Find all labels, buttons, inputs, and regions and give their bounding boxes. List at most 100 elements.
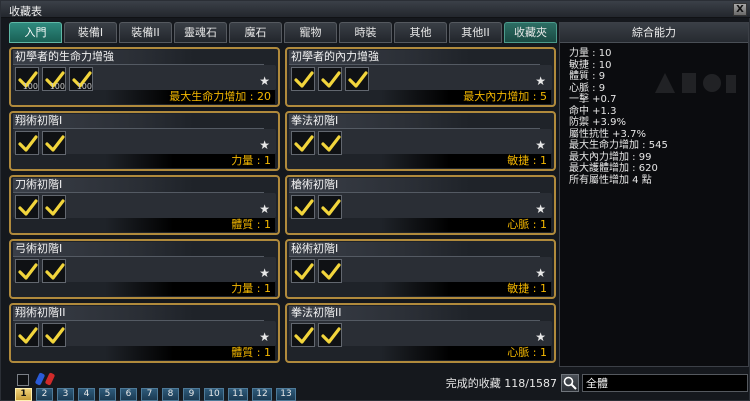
- stat-line: 防禦 +3.9%: [569, 117, 626, 128]
- item-slot[interactable]: [15, 259, 39, 283]
- item-count: 100: [22, 82, 38, 91]
- stat-line: 最大護體增加 : 620: [569, 163, 658, 174]
- stat-line: 屬性抗性 +3.7%: [569, 128, 646, 140]
- collection-card[interactable]: 刀術初階I ★ 體質 : 1: [9, 175, 280, 235]
- page-button[interactable]: 8: [162, 388, 179, 401]
- favorite-star-icon[interactable]: ★: [535, 266, 546, 280]
- page-button[interactable]: 4: [78, 388, 95, 401]
- item-slot[interactable]: [42, 259, 66, 283]
- page-button[interactable]: 6: [120, 388, 137, 401]
- favorite-star-icon[interactable]: ★: [535, 330, 546, 344]
- favorite-star-icon[interactable]: ★: [259, 266, 270, 280]
- stat-line: 心脈 : 9: [569, 82, 606, 94]
- check-icon: [321, 263, 341, 280]
- card-reward: 心脈 : 1: [381, 346, 551, 360]
- item-slot[interactable]: [345, 67, 369, 91]
- page-button[interactable]: 12: [252, 388, 272, 401]
- item-slot[interactable]: [15, 195, 39, 219]
- tab-5[interactable]: 寵物: [284, 22, 337, 43]
- close-button[interactable]: X: [733, 3, 747, 16]
- item-slot[interactable]: [318, 195, 342, 219]
- collection-card[interactable]: 翔術初階I ★ 力量 : 1: [9, 111, 280, 171]
- card-title: 刀術初階I: [13, 178, 193, 192]
- item-slot[interactable]: 100: [69, 67, 93, 91]
- divider: [289, 128, 540, 129]
- check-icon: [321, 199, 341, 216]
- item-slot[interactable]: [15, 131, 39, 155]
- card-reward: 力量 : 1: [105, 154, 275, 168]
- tab-2[interactable]: 裝備II: [119, 22, 172, 43]
- bottom-bar: 完成的收藏 118/1587 1 2 3 4 5 6 7 8 9 10 11 12 13: [7, 371, 559, 401]
- page-button[interactable]: 9: [183, 388, 200, 401]
- tab-1[interactable]: 裝備I: [64, 22, 117, 43]
- favorite-star-icon[interactable]: ★: [259, 330, 270, 344]
- collection-card[interactable]: 初學者的內力增強 ★ 最大內力增加 : 5: [285, 47, 556, 107]
- collection-card[interactable]: 初學者的生命力增強 100 100 100 ★ 最大生命力增加 : 20: [9, 47, 280, 107]
- collection-card[interactable]: 翔術初階II ★ 體質 : 1: [9, 303, 280, 363]
- item-slot[interactable]: [318, 323, 342, 347]
- collection-card[interactable]: 秘術初階I ★ 敏捷 : 1: [285, 239, 556, 299]
- card-reward: 最大生命力增加 : 20: [105, 90, 275, 104]
- window-title: 收藏表: [9, 5, 42, 18]
- stat-line: 力量 : 10: [569, 48, 612, 59]
- tab-9[interactable]: 收藏夾: [504, 22, 557, 43]
- item-slot[interactable]: [291, 195, 315, 219]
- favorite-star-icon[interactable]: ★: [535, 138, 546, 152]
- collection-grid: 初學者的生命力增強 100 100 100 ★ 最大生命力增加 : 20 初學者的內力增強 ★…: [7, 47, 559, 367]
- potion-icon[interactable]: [31, 371, 71, 387]
- check-icon: [294, 71, 314, 88]
- page-button[interactable]: 5: [99, 388, 116, 401]
- collection-card[interactable]: 弓術初階I ★ 力量 : 1: [9, 239, 280, 299]
- favorite-star-icon[interactable]: ★: [535, 202, 546, 216]
- favorite-star-icon[interactable]: ★: [259, 74, 270, 88]
- tab-8[interactable]: 其他II: [449, 22, 502, 43]
- item-slot[interactable]: [42, 131, 66, 155]
- item-slot[interactable]: [42, 195, 66, 219]
- item-slot[interactable]: [291, 67, 315, 91]
- item-slot[interactable]: [42, 323, 66, 347]
- item-slot[interactable]: [291, 323, 315, 347]
- search-button[interactable]: [561, 374, 579, 392]
- card-title: 弓術初階I: [13, 242, 193, 256]
- page-button[interactable]: 10: [204, 388, 224, 401]
- item-slot[interactable]: [318, 131, 342, 155]
- check-icon: [45, 263, 65, 280]
- search-input[interactable]: [582, 374, 748, 392]
- title-bar[interactable]: 收藏表 X: [1, 1, 750, 18]
- collection-card[interactable]: 拳法初階I ★ 敏捷 : 1: [285, 111, 556, 171]
- card-reward: 力量 : 1: [105, 282, 275, 296]
- divider: [13, 320, 264, 321]
- item-slot[interactable]: [291, 131, 315, 155]
- item-slots: [291, 259, 342, 283]
- page-button[interactable]: 11: [228, 388, 248, 401]
- favorite-star-icon[interactable]: ★: [535, 74, 546, 88]
- divider: [289, 320, 540, 321]
- tab-6[interactable]: 時裝: [339, 22, 392, 43]
- item-slot[interactable]: [291, 259, 315, 283]
- page-button[interactable]: 3: [57, 388, 74, 401]
- favorite-star-icon[interactable]: ★: [259, 202, 270, 216]
- tab-3[interactable]: 靈魂石: [174, 22, 227, 43]
- favorite-star-icon[interactable]: ★: [259, 138, 270, 152]
- card-reward: 體質 : 1: [105, 346, 275, 360]
- page-button[interactable]: 2: [36, 388, 53, 401]
- card-title: 槍術初階I: [289, 178, 469, 192]
- page-button[interactable]: 7: [141, 388, 158, 401]
- page-button[interactable]: 13: [276, 388, 296, 401]
- item-slot[interactable]: 100: [42, 67, 66, 91]
- item-slot[interactable]: [318, 259, 342, 283]
- item-slot[interactable]: [318, 67, 342, 91]
- collection-card[interactable]: 槍術初階I ★ 心脈 : 1: [285, 175, 556, 235]
- item-slots: [15, 195, 66, 219]
- tab-4[interactable]: 魔石: [229, 22, 282, 43]
- tab-7[interactable]: 其他: [394, 22, 447, 43]
- item-slot[interactable]: [15, 323, 39, 347]
- page-button[interactable]: 1: [15, 388, 32, 401]
- tab-0[interactable]: 入門: [9, 22, 62, 43]
- item-slot[interactable]: 100: [15, 67, 39, 91]
- filter-checkbox[interactable]: [17, 374, 29, 386]
- collection-card[interactable]: 拳法初階II ★ 心脈 : 1: [285, 303, 556, 363]
- check-icon: [321, 327, 341, 344]
- stats-panel: 綜合能力 力量 : 10 敏捷 : 10 體質 : 9 心脈 : 9 一擊 +0.7 命中…: [559, 22, 749, 367]
- check-icon: [294, 263, 314, 280]
